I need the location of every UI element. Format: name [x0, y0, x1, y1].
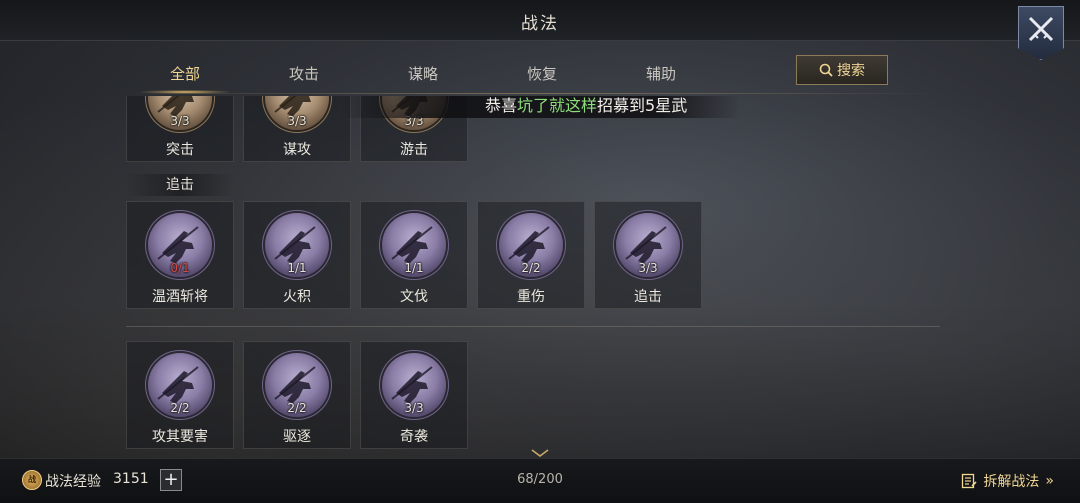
skill-count: 0/1	[170, 261, 190, 275]
skill-name: 文伐	[400, 289, 428, 305]
tabs-divider	[120, 93, 940, 94]
skill-card[interactable]: 3/3 谋攻	[243, 96, 351, 162]
skill-count: 3/3	[638, 261, 658, 275]
player-name: 坑了就这样	[517, 96, 598, 115]
scroll-down-icon[interactable]	[530, 449, 550, 457]
close-button[interactable]	[1018, 6, 1064, 60]
skill-card[interactable]: 2/2 驱逐	[243, 341, 351, 449]
skill-count: 1/1	[287, 261, 307, 275]
tab-recovery[interactable]: 恢复	[487, 60, 597, 90]
decompose-label: 拆解战法	[983, 474, 1040, 490]
skill-name: 火积	[283, 289, 311, 305]
section-divider	[126, 326, 940, 327]
skill-card[interactable]: 2/2 重伤	[477, 201, 585, 309]
search-button[interactable]: 搜索	[796, 55, 888, 85]
announcement-banner: 恭喜坑了就这样招募到5星武	[340, 96, 740, 118]
skill-count: 2/2	[521, 261, 541, 275]
footer-bar: 战 战法经验 3151 + 68/200 拆解战法 »	[0, 458, 1080, 503]
section-label: 追击	[126, 174, 234, 196]
tab-strategy[interactable]: 谋略	[368, 60, 478, 90]
skill-count: 2/2	[287, 401, 307, 415]
skill-count: 2/2	[170, 401, 190, 415]
skill-count: 3/3	[287, 114, 307, 128]
skill-card[interactable]: 3/3 奇袭	[360, 341, 468, 449]
skill-name: 驱逐	[283, 429, 311, 445]
search-label: 搜索	[837, 63, 865, 79]
skill-card[interactable]: 0/1 温酒斩将	[126, 201, 234, 309]
skill-count: 3/3	[404, 401, 424, 415]
skill-card[interactable]: 1/1 火积	[243, 201, 351, 309]
skill-name: 游击	[400, 142, 428, 158]
skill-name: 突击	[166, 142, 194, 158]
tab-all[interactable]: 全部	[130, 60, 240, 94]
crossed-swords-icon	[1028, 16, 1054, 42]
tab-attack[interactable]: 攻击	[249, 60, 359, 90]
skill-name: 奇袭	[400, 429, 428, 445]
decompose-skill-button[interactable]: 拆解战法 »	[961, 469, 1054, 493]
skill-card[interactable]: 3/3 追击	[594, 201, 702, 309]
skill-name: 温酒斩将	[152, 289, 208, 305]
skill-count: 1/1	[404, 261, 424, 275]
chevron-right-icon: »	[1045, 473, 1054, 489]
list-edit-icon	[962, 473, 977, 489]
skill-card[interactable]: 1/1 文伐	[360, 201, 468, 309]
skill-name: 攻其要害	[152, 429, 208, 445]
skill-card[interactable]: 3/3 突击	[126, 96, 234, 162]
skill-count-total: 68/200	[517, 472, 563, 487]
skill-name: 谋攻	[283, 142, 311, 158]
skill-card[interactable]: 2/2 攻其要害	[126, 341, 234, 449]
page-title: 战法	[521, 14, 559, 34]
skill-name: 重伤	[517, 289, 545, 305]
header: 战法	[0, 0, 1080, 41]
tab-support[interactable]: 辅助	[606, 60, 716, 90]
announcement-text: 恭喜坑了就这样招募到5星武	[485, 96, 688, 115]
skill-list[interactable]: 3/3 突击 3/3 谋攻 3/3 游击 恭喜坑了就这样招募到5星武 追击 0/…	[0, 96, 1080, 456]
search-icon	[819, 63, 833, 77]
skill-count: 3/3	[170, 114, 190, 128]
skill-name: 追击	[634, 289, 662, 305]
